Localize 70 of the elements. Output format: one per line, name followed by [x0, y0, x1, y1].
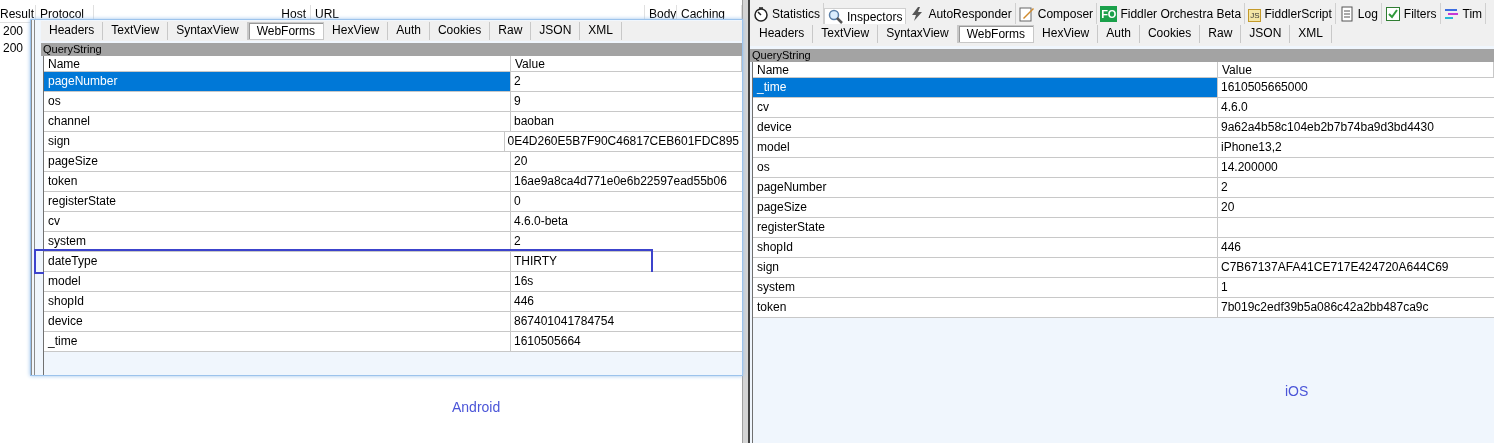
tab[interactable]: XML: [1290, 25, 1332, 43]
script-icon: JS: [1248, 9, 1262, 22]
table-row[interactable]: registerState 0: [44, 192, 742, 212]
tab[interactable]: XML: [580, 22, 622, 40]
tab[interactable]: WebForms: [957, 25, 1035, 43]
tab[interactable]: TextView: [813, 25, 879, 43]
tab[interactable]: Auth: [1098, 25, 1140, 43]
magnifier-icon: [828, 9, 844, 25]
table-cell: _time: [44, 332, 511, 351]
caption: iOS: [1285, 382, 1309, 401]
document-icon: [1338, 6, 1355, 22]
tab[interactable]: Raw: [1200, 25, 1242, 43]
table-row[interactable]: os 9: [44, 92, 742, 112]
table-row[interactable]: _time 1610505665000: [753, 78, 1494, 98]
table-row[interactable]: token 16ae9a8ca4d771e0e6b22597ead55b06: [44, 172, 742, 192]
table-row[interactable]: token 7b019c2edf39b5a086c42a2bb487ca9c: [753, 298, 1494, 318]
table-row[interactable]: cv 4.6.0: [753, 98, 1494, 118]
caption: Android: [452, 398, 501, 417]
table-row[interactable]: model 16s: [44, 272, 742, 292]
table-row[interactable]: os 14.200000: [753, 158, 1494, 178]
table-cell: pageNumber: [44, 72, 511, 91]
checkbox-icon: [1384, 6, 1401, 22]
table-row[interactable]: pageSize 20: [753, 198, 1494, 218]
tab[interactable]: HexView: [324, 22, 389, 40]
result-cell-text: 200: [2, 40, 25, 57]
table-row[interactable]: system 2: [44, 232, 742, 252]
tab[interactable]: Raw: [490, 22, 532, 40]
table-row[interactable]: shopId 446: [753, 238, 1494, 258]
table-row[interactable]: system 1: [753, 278, 1494, 298]
tab[interactable]: Cookies: [1139, 25, 1201, 43]
stopwatch-icon: [753, 6, 769, 22]
table-row[interactable]: registerState: [753, 218, 1494, 238]
tab[interactable]: JSON: [531, 22, 581, 40]
splitter[interactable]: [742, 0, 750, 443]
table-row[interactable]: pageNumber 2: [753, 178, 1494, 198]
pencil-paper-icon: [1018, 6, 1035, 22]
tab[interactable]: JSON: [1241, 25, 1291, 43]
tab[interactable]: SyntaxView: [878, 25, 958, 43]
column-header[interactable]: Value: [511, 56, 742, 71]
section-title: QueryString: [41, 43, 742, 56]
column-header[interactable]: Name: [44, 56, 511, 71]
table-row[interactable]: channel baoban: [44, 112, 742, 132]
tab[interactable]: Cookies: [429, 22, 491, 40]
table-row[interactable]: pageSize 20: [44, 152, 742, 172]
tab[interactable]: WebForms: [247, 22, 325, 40]
tab[interactable]: Auth: [388, 22, 430, 40]
badge-icon: FO: [1100, 6, 1118, 22]
table-row[interactable]: device 867401041784754: [44, 312, 742, 332]
tab[interactable]: SyntaxView: [168, 22, 248, 40]
result-cell-text: 200: [2, 23, 25, 40]
column-header[interactable]: Name: [753, 62, 1218, 77]
table-row[interactable]: pageNumber 2: [44, 72, 742, 92]
tab[interactable]: Headers: [41, 22, 104, 40]
tab[interactable]: TextView: [103, 22, 169, 40]
timeline-icon: [1443, 6, 1460, 22]
table-row[interactable]: device 9a62a4b58c104eb2b7b74ba9d3bd4430: [753, 118, 1494, 138]
column-header[interactable]: Value: [1218, 62, 1494, 77]
table-row[interactable]: cv 4.6.0-beta: [44, 212, 742, 232]
table-cell: _time: [753, 78, 1218, 97]
table-cell: model: [44, 272, 511, 291]
table-row[interactable]: sign 0E4D260E5B7F90C46817CEB601FDC895: [44, 132, 742, 152]
table-row[interactable]: shopId 446: [44, 292, 742, 312]
table-row[interactable]: model iPhone13,2: [753, 138, 1494, 158]
tab[interactable]: Headers: [751, 25, 814, 43]
tab[interactable]: HexView: [1034, 25, 1099, 43]
table-row[interactable]: sign C7B67137AFA41CE717E424720A644C69: [753, 258, 1494, 278]
tab[interactable]: JS FiddlerScript: [1245, 3, 1336, 25]
section-title: QueryString: [750, 49, 1494, 62]
tab[interactable]: FO Fiddler Orchestra Beta: [1097, 3, 1246, 25]
table-row[interactable]: _time 1610505664: [44, 332, 742, 352]
